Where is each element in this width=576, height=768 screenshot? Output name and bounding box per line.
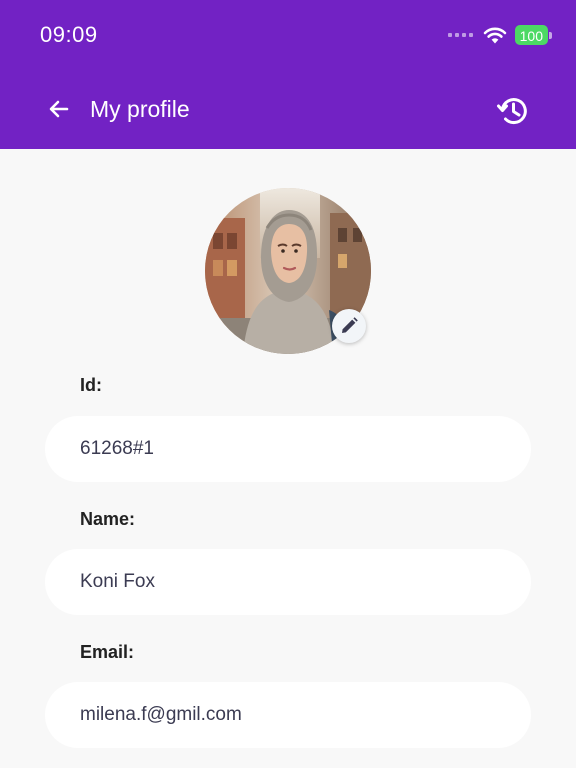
wifi-icon xyxy=(483,27,506,44)
id-field[interactable]: 61268#1 xyxy=(45,416,531,482)
app-header: 09:09 100 My profile xyxy=(0,0,576,149)
page-title: My profile xyxy=(90,96,190,122)
name-field[interactable]: Koni Fox xyxy=(45,549,531,615)
pencil-icon xyxy=(342,317,358,333)
email-field[interactable]: milena.f@gmil.com xyxy=(45,682,531,748)
signal-icon xyxy=(447,33,473,37)
edit-avatar-button[interactable] xyxy=(332,309,366,343)
status-time: 09:09 xyxy=(40,22,98,47)
history-button[interactable] xyxy=(495,93,531,129)
arrow-left-icon xyxy=(49,100,69,118)
profile-avatar xyxy=(205,188,371,354)
history-icon xyxy=(497,98,527,125)
back-button[interactable] xyxy=(44,94,74,124)
name-label: Name: xyxy=(80,509,136,529)
email-label: Email: xyxy=(80,642,135,662)
status-icons: 100 xyxy=(447,23,552,47)
battery-icon: 100 xyxy=(514,25,552,45)
id-label: Id: xyxy=(80,375,102,395)
battery-level: 100 xyxy=(514,25,548,45)
